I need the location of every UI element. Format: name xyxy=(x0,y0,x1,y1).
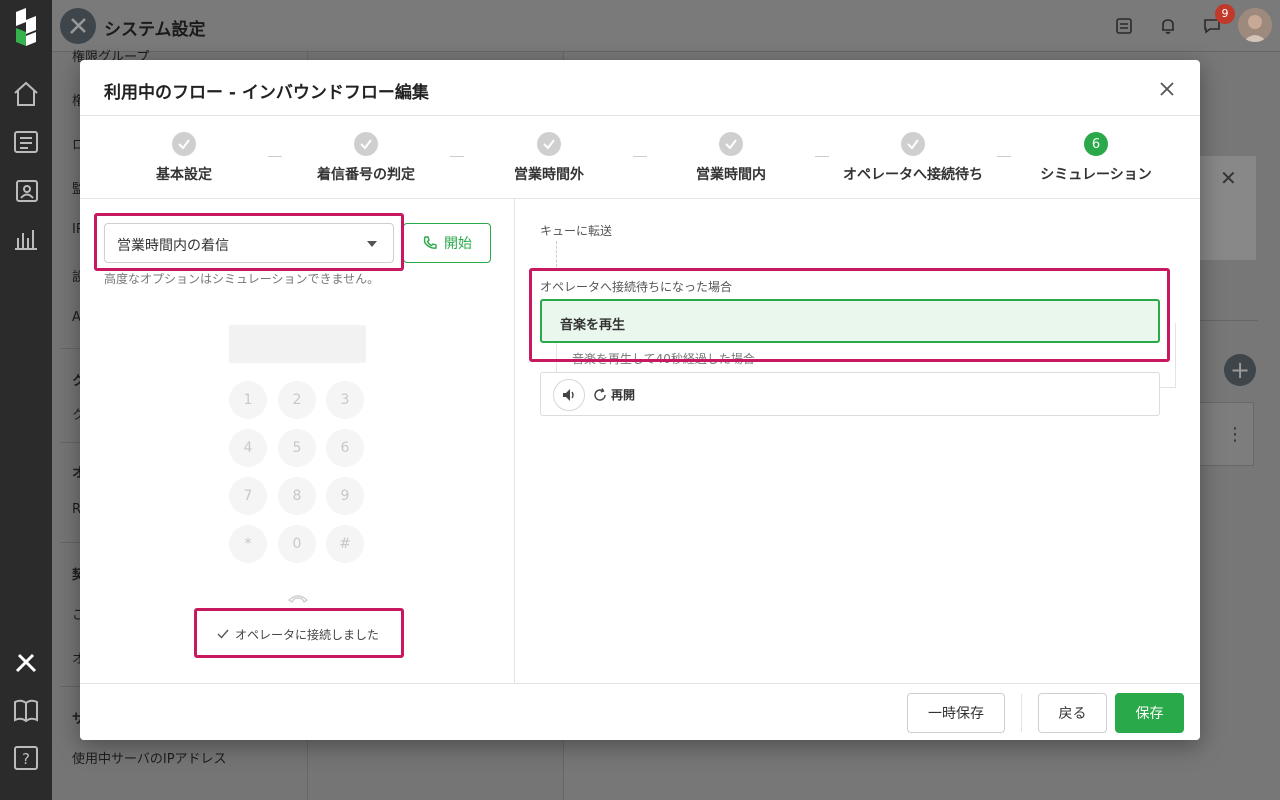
manual-book-icon[interactable] xyxy=(12,696,40,724)
keypad-key[interactable]: 1 xyxy=(229,381,267,419)
queue-transfer-label: キューに転送 xyxy=(540,224,613,238)
app-title: システム設定 xyxy=(104,20,206,40)
keypad-key[interactable]: 5 xyxy=(278,429,316,467)
left-navigation: ? xyxy=(0,0,52,800)
back-button[interactable]: 戻る xyxy=(1038,693,1107,733)
resume-button[interactable]: 再開 xyxy=(593,386,635,403)
analytics-icon[interactable] xyxy=(12,224,40,252)
check-icon xyxy=(354,132,378,156)
add-icon[interactable]: + xyxy=(1224,354,1256,386)
keypad-key[interactable]: 9 xyxy=(326,477,364,515)
queue-status-icon[interactable] xyxy=(1114,16,1134,36)
settings-app-icon xyxy=(60,8,96,44)
modal-header: 利用中のフロー - インバウンドフロー編集 xyxy=(80,60,1200,116)
start-button-label: 開始 xyxy=(444,236,472,252)
step-label: 基本設定 xyxy=(156,167,212,183)
flow-preview-pane: キューに転送 オペレータへ接続待ちになった場合 音楽を再生して40秒経過した場合… xyxy=(516,199,1200,684)
play-music-node[interactable]: 音楽を再生 xyxy=(540,299,1160,343)
sidebar-item-server-ip[interactable]: 使用中サーバのIPアドレス xyxy=(72,748,227,767)
simulation-hint: 高度なオプションはシミュレーションできません。 xyxy=(104,272,380,286)
top-bar: システム設定 9 xyxy=(52,0,1280,52)
save-button[interactable]: 保存 xyxy=(1115,693,1184,733)
step-label: 営業時間内 xyxy=(696,167,766,183)
user-avatar[interactable] xyxy=(1238,8,1272,42)
step-business-hours[interactable]: 営業時間内 xyxy=(640,132,822,184)
step-operator-wait[interactable]: オペレータへ接続待ち xyxy=(822,132,1004,184)
contacts-icon[interactable] xyxy=(12,176,40,204)
keypad-key[interactable]: 0 xyxy=(278,525,316,563)
step-outside-hours[interactable]: 営業時間外 xyxy=(458,132,640,184)
check-icon xyxy=(537,132,561,156)
refresh-icon xyxy=(594,387,606,401)
simulator-pane: 営業時間内の着信 開始 高度なオプションはシミュレーションできません。 1 2 … xyxy=(80,199,515,684)
step-simulation[interactable]: 6 シミュレーション xyxy=(1005,132,1187,184)
help-icon[interactable]: ? xyxy=(12,744,40,772)
scenario-select[interactable]: 営業時間内の着信 xyxy=(104,223,394,263)
check-icon xyxy=(719,132,743,156)
step-basic-settings[interactable]: 基本設定 xyxy=(93,132,275,184)
kebab-menu-icon[interactable]: ⋮ xyxy=(1226,424,1244,445)
scenario-select-value: 営業時間内の着信 xyxy=(117,238,229,254)
footer-divider xyxy=(1021,694,1022,732)
keypad-key[interactable]: 4 xyxy=(229,429,267,467)
keypad-key[interactable]: 3 xyxy=(326,381,364,419)
speaker-icon[interactable] xyxy=(553,379,585,411)
phone-icon xyxy=(423,236,437,249)
step-label: 営業時間外 xyxy=(514,167,584,183)
step-indicator: 基本設定 着信番号の判定 営業時間外 営業時間内 オペレータへ接続待ち 6 シミ… xyxy=(80,116,1200,199)
close-icon[interactable]: ✕ xyxy=(1220,166,1237,190)
step-number-badge: 6 xyxy=(1084,132,1108,156)
list-icon[interactable] xyxy=(12,128,40,156)
hangup-phone-icon[interactable] xyxy=(287,591,309,605)
connection-status-text: オペレータに接続しました xyxy=(234,627,379,642)
app-logo-icon xyxy=(16,8,36,46)
elapsed-condition-label: 音楽を再生して40秒経過した場合 xyxy=(572,352,755,366)
step-label: シミュレーション xyxy=(1040,167,1152,183)
keypad-key[interactable]: 6 xyxy=(326,429,364,467)
audio-player: 再開 xyxy=(540,372,1160,416)
inbound-flow-edit-modal: 利用中のフロー - インバウンドフロー編集 基本設定 着信番号の判定 営業時間外… xyxy=(80,60,1200,740)
keypad-key[interactable]: 7 xyxy=(229,477,267,515)
background-card xyxy=(1194,402,1254,466)
modal-footer: 一時保存 戻る 保存 xyxy=(80,683,1200,740)
svg-text:?: ? xyxy=(22,750,30,768)
step-label: オペレータへ接続待ち xyxy=(843,167,983,183)
connection-status: オペレータに接続しました xyxy=(201,616,395,652)
play-music-label: 音楽を再生 xyxy=(560,318,626,333)
notification-badge: 9 xyxy=(1215,4,1235,24)
start-simulation-button[interactable]: 開始 xyxy=(403,223,491,263)
dial-display xyxy=(229,325,366,363)
operator-wait-label: オペレータへ接続待ちになった場合 xyxy=(540,280,733,294)
chevron-down-icon xyxy=(367,241,377,247)
divider xyxy=(1200,320,1258,321)
flow-connector xyxy=(556,241,557,267)
modal-title: 利用中のフロー - インバウンドフロー編集 xyxy=(104,83,429,103)
check-icon xyxy=(217,629,229,639)
settings-tools-icon[interactable] xyxy=(12,648,40,676)
keypad-key[interactable]: 8 xyxy=(278,477,316,515)
home-icon[interactable] xyxy=(12,80,40,108)
check-icon xyxy=(901,132,925,156)
step-number-judgement[interactable]: 着信番号の判定 xyxy=(275,132,457,184)
step-label: 着信番号の判定 xyxy=(317,167,415,183)
keypad-key[interactable]: # xyxy=(326,525,364,563)
bell-icon[interactable] xyxy=(1158,16,1178,36)
keypad-key[interactable]: 2 xyxy=(278,381,316,419)
close-icon[interactable] xyxy=(1156,78,1178,100)
temp-save-button[interactable]: 一時保存 xyxy=(907,693,1005,733)
check-icon xyxy=(172,132,196,156)
resume-label: 再開 xyxy=(611,388,636,402)
keypad-key[interactable]: * xyxy=(229,525,267,563)
